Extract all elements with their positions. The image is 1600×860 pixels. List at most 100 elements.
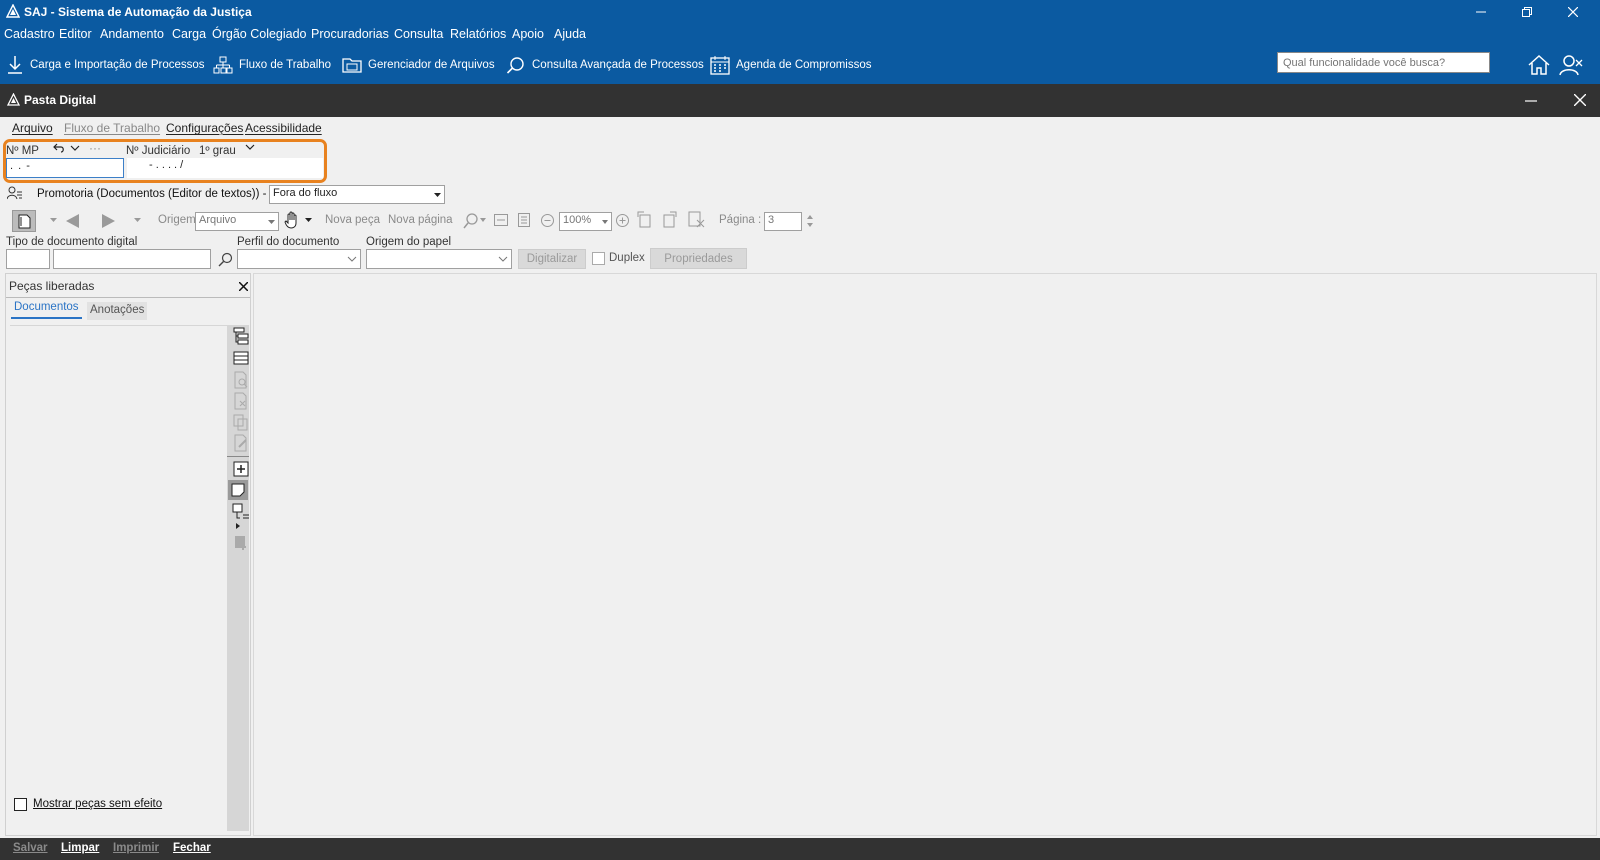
search-document-icon[interactable] — [231, 370, 251, 390]
queue-value: Fora do fluxo — [273, 187, 338, 199]
show-without-effect-label: Mostrar peças sem efeito — [33, 798, 163, 810]
search-icon[interactable] — [218, 252, 233, 267]
merge-document-icon[interactable] — [231, 532, 251, 552]
zoom-out-icon[interactable] — [541, 214, 554, 227]
hand-tool-icon[interactable] — [284, 211, 300, 229]
minimize-button[interactable] — [1458, 0, 1504, 24]
list-view-icon[interactable] — [231, 348, 251, 368]
new-piece-button[interactable]: Nova peça — [325, 214, 380, 226]
document-viewer-area[interactable] — [253, 273, 1597, 836]
page-spinner-icon[interactable] — [806, 213, 814, 229]
digitize-button[interactable]: Digitalizar — [518, 249, 586, 269]
tree-view-icon[interactable] — [231, 326, 251, 346]
expand-arrow-icon[interactable] — [236, 523, 240, 529]
toolbar-fluxo-trabalho[interactable]: Fluxo de Trabalho — [213, 53, 331, 77]
toolbar-label: Consulta Avançada de Processos — [532, 59, 704, 71]
print-button[interactable]: Imprimir — [113, 842, 159, 854]
fit-page-icon[interactable] — [518, 213, 530, 227]
close-icon[interactable] — [1574, 94, 1586, 106]
tab-anotacoes[interactable]: Anotações — [87, 302, 148, 320]
chevron-down-icon[interactable] — [70, 145, 80, 152]
tab-documentos[interactable]: Documentos — [11, 301, 82, 319]
new-page-button[interactable]: Nova página — [388, 214, 453, 226]
functionality-search-input[interactable] — [1277, 52, 1490, 73]
minimize-icon[interactable] — [1525, 100, 1537, 102]
paper-origin-label: Origem do papel — [366, 236, 452, 248]
tab-anotacoes-label: Anotações — [90, 304, 145, 316]
paper-origin-select[interactable] — [366, 249, 512, 269]
close-window-button[interactable] — [1550, 0, 1596, 24]
dropdown-arrow-icon[interactable] — [480, 218, 486, 222]
toolbar-agenda-compromissos[interactable]: Agenda de Compromissos — [710, 53, 872, 77]
edit-document-icon[interactable] — [231, 433, 251, 453]
menu-configuracoes[interactable]: Configurações — [166, 121, 243, 135]
add-document-icon[interactable] — [231, 459, 251, 479]
menu-apoio[interactable]: Apoio — [512, 27, 544, 41]
menu-ajuda[interactable]: Ajuda — [554, 27, 586, 41]
menu-editor[interactable]: Editor — [59, 27, 92, 41]
zoom-icon[interactable] — [463, 213, 479, 229]
mp-number-input[interactable]: . . - — [6, 158, 124, 178]
chevron-down-icon[interactable] — [245, 144, 255, 151]
menu-fluxo-trabalho[interactable]: Fluxo de Trabalho — [64, 121, 160, 135]
properties-button[interactable]: Propriedades — [650, 248, 747, 269]
queue-icon — [7, 186, 22, 200]
document-view-toggle[interactable] — [12, 210, 36, 232]
doc-type-input[interactable] — [53, 249, 211, 269]
duplex-checkbox[interactable] — [592, 252, 605, 265]
menu-acessibilidade[interactable]: Acessibilidade — [245, 121, 322, 135]
close-button[interactable]: Fechar — [173, 842, 211, 854]
dropdown-arrow-icon — [602, 220, 608, 224]
page-label: Página : — [719, 214, 762, 226]
dropdown-arrow-icon — [434, 193, 441, 197]
menu-procuradorias[interactable]: Procuradorias — [311, 27, 389, 41]
toolbar-gerenciador-arquivos[interactable]: Gerenciador de Arquivos — [342, 53, 495, 77]
fit-width-icon[interactable] — [494, 214, 508, 226]
zoom-in-icon[interactable] — [616, 214, 629, 227]
toolbar-carga-importacao[interactable]: Carga e Importação de Processos — [6, 53, 205, 77]
queue-select[interactable]: Fora do fluxo — [269, 185, 445, 204]
doc-profile-select[interactable] — [237, 249, 361, 269]
restore-button[interactable] — [1504, 0, 1550, 24]
dropdown-arrow-icon[interactable] — [134, 218, 141, 222]
menu-consulta[interactable]: Consulta — [394, 27, 443, 41]
digitize-label: Digitalizar — [526, 253, 578, 265]
annotation-button[interactable] — [228, 480, 248, 500]
menu-cadastro[interactable]: Cadastro — [4, 27, 55, 41]
home-icon[interactable] — [1526, 52, 1552, 78]
list-detail-icon[interactable] — [231, 502, 251, 522]
toolbar-consulta-avancada[interactable]: Consulta Avançada de Processos — [506, 53, 704, 77]
documents-tree[interactable] — [10, 325, 228, 815]
page-number-input[interactable]: 3 — [764, 212, 802, 231]
zoom-select[interactable]: 100% — [559, 212, 612, 231]
calendar-icon — [710, 56, 730, 75]
menu-carga[interactable]: Carga — [172, 27, 206, 41]
rotate-left-icon[interactable] — [636, 211, 654, 229]
undo-icon[interactable] — [53, 143, 65, 153]
copy-document-icon[interactable] — [231, 412, 251, 432]
menu-andamento[interactable]: Andamento — [100, 27, 164, 41]
rotate-right-icon[interactable] — [660, 211, 678, 229]
menu-arquivo[interactable]: Arquivo — [12, 121, 53, 135]
save-button[interactable]: Salvar — [13, 842, 48, 854]
toolbar-divider — [227, 456, 249, 457]
judicial-number-input[interactable]: - . . . . / — [127, 158, 323, 178]
more-options-icon[interactable]: ··· — [89, 141, 101, 155]
pasta-digital-title-bar: Pasta Digital — [0, 84, 1600, 117]
dropdown-arrow-icon[interactable] — [305, 218, 312, 222]
toolbar-label: Fluxo de Trabalho — [239, 59, 332, 71]
clear-button[interactable]: Limpar — [61, 842, 99, 854]
menu-orgao-colegiado[interactable]: Órgão Colegiado — [212, 27, 307, 41]
page-action-icon[interactable] — [688, 211, 706, 229]
close-icon[interactable] — [239, 282, 248, 291]
origin-select[interactable]: Arquivo — [195, 212, 279, 231]
previous-icon[interactable] — [64, 213, 80, 229]
main-menu-bar: Cadastro Editor Andamento Carga Órgão Co… — [0, 24, 1600, 46]
remove-document-icon[interactable] — [231, 391, 251, 411]
show-without-effect-checkbox[interactable] — [14, 798, 27, 811]
doc-type-code-input[interactable] — [6, 249, 50, 269]
dropdown-arrow-icon[interactable] — [50, 218, 57, 222]
user-icon[interactable] — [1558, 52, 1584, 78]
next-icon[interactable] — [101, 213, 117, 229]
menu-relatorios[interactable]: Relatórios — [450, 27, 506, 41]
